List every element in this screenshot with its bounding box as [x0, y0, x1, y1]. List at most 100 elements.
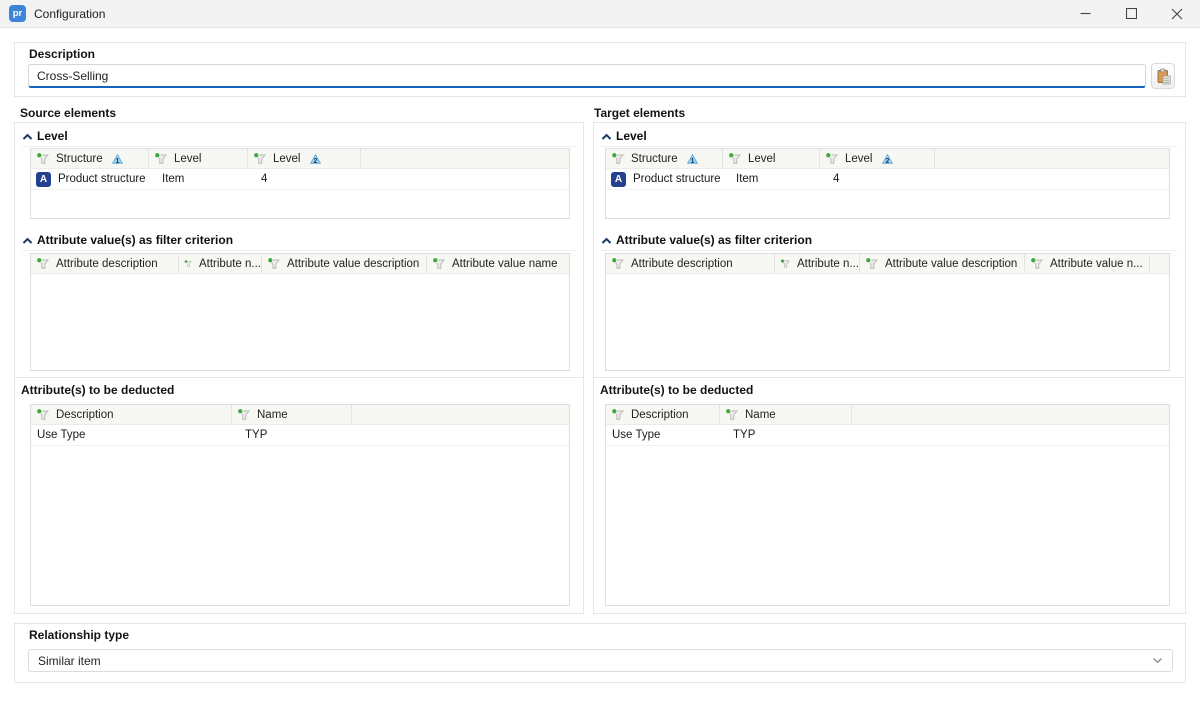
filter-icon[interactable] — [432, 257, 445, 270]
column-label: Level — [845, 153, 873, 165]
source-elements-title: Source elements — [20, 106, 116, 120]
chevron-up-icon — [22, 133, 33, 141]
column-header-level-number[interactable]: Level 2 — [248, 149, 361, 168]
section-divider — [594, 377, 1185, 378]
sort-ascending-icon: 2 — [882, 154, 893, 164]
table-row[interactable]: A Product structure Item 4 — [606, 169, 1169, 190]
filter-icon[interactable] — [611, 152, 624, 165]
column-header-attribute-value-description[interactable]: Attribute value description — [262, 254, 427, 273]
column-header-filler — [361, 149, 569, 168]
column-label: Attribute value name — [452, 258, 557, 270]
filter-icon[interactable] — [36, 257, 49, 270]
target-deducted-title: Attribute(s) to be deducted — [600, 383, 753, 397]
column-header-filler — [852, 405, 1169, 424]
section-divider — [15, 377, 583, 378]
relationship-type-label: Relationship type — [29, 628, 129, 642]
column-header-description[interactable]: Description — [606, 405, 720, 424]
filter-icon[interactable] — [611, 257, 624, 270]
name-cell: TYP — [232, 429, 352, 441]
source-filter-table: Attribute description Attribute n... Att… — [30, 253, 570, 371]
configuration-window: pr Configuration Description — [0, 0, 1200, 710]
table-header-row: Attribute description Attribute n... Att… — [31, 254, 569, 274]
sort-order-number: 1 — [690, 157, 694, 163]
section-title: Level — [616, 129, 647, 143]
filter-icon[interactable] — [825, 152, 838, 165]
name-cell: TYP — [720, 429, 852, 441]
target-elements-panel: Level Structure 1 Level Level 2 — [593, 122, 1186, 614]
target-filter-section-header[interactable]: Attribute value(s) as filter criterion — [601, 230, 1178, 251]
column-header-filler — [352, 405, 569, 424]
filter-icon[interactable] — [780, 257, 790, 270]
column-label: Attribute n... — [797, 258, 859, 270]
column-header-structure[interactable]: Structure 1 — [606, 149, 723, 168]
column-label: Name — [745, 409, 776, 421]
target-elements-title: Target elements — [594, 106, 685, 120]
sort-ascending-icon: 1 — [687, 154, 698, 164]
level-number-cell: 4 — [820, 173, 935, 185]
source-level-section-header[interactable]: Level — [22, 126, 576, 147]
filter-icon[interactable] — [36, 408, 49, 421]
filter-icon[interactable] — [865, 257, 878, 270]
target-level-section-header[interactable]: Level — [601, 126, 1178, 147]
filter-icon[interactable] — [36, 152, 49, 165]
table-header-row: Attribute description Attribute n... Att… — [606, 254, 1169, 274]
source-deducted-table: Description Name Use Type TYP — [30, 404, 570, 606]
column-header-attribute-value-name[interactable]: Attribute value name — [427, 254, 569, 273]
relationship-type-group: Relationship type Similar item — [14, 623, 1186, 683]
level-cell: Item — [723, 173, 820, 185]
sort-ascending-icon: 1 — [112, 154, 123, 164]
source-deducted-title: Attribute(s) to be deducted — [21, 383, 174, 397]
column-header-attribute-value-description[interactable]: Attribute value description — [860, 254, 1025, 273]
close-button[interactable] — [1154, 0, 1200, 27]
filter-icon[interactable] — [728, 152, 741, 165]
target-deducted-table: Description Name Use Type TYP — [605, 404, 1170, 606]
source-filter-section-header[interactable]: Attribute value(s) as filter criterion — [22, 230, 576, 251]
column-label: Attribute description — [56, 258, 158, 270]
column-label: Attribute description — [631, 258, 733, 270]
maximize-button[interactable] — [1108, 0, 1154, 27]
column-header-name[interactable]: Name — [720, 405, 852, 424]
column-header-level[interactable]: Level — [723, 149, 820, 168]
column-header-filler — [935, 149, 1169, 168]
filter-icon[interactable] — [725, 408, 738, 421]
column-header-structure[interactable]: Structure 1 — [31, 149, 149, 168]
column-header-name[interactable]: Name — [232, 405, 352, 424]
filter-icon[interactable] — [611, 408, 624, 421]
structure-cell: Product structure — [58, 173, 146, 185]
selected-relationship-value: Similar item — [38, 654, 101, 668]
table-header-row: Structure 1 Level Level 2 — [606, 149, 1169, 169]
column-header-attribute-name[interactable]: Attribute n... — [179, 254, 262, 273]
product-structure-icon: A — [36, 172, 51, 187]
column-header-attribute-description[interactable]: Attribute description — [606, 254, 775, 273]
filter-icon[interactable] — [237, 408, 250, 421]
sort-order-number: 2 — [885, 157, 889, 163]
filter-icon[interactable] — [253, 152, 266, 165]
maximize-icon — [1126, 8, 1137, 19]
column-header-level-number[interactable]: Level 2 — [820, 149, 935, 168]
filter-icon[interactable] — [154, 152, 167, 165]
structure-cell: Product structure — [633, 173, 721, 185]
table-row[interactable]: Use Type TYP — [606, 425, 1169, 446]
table-row[interactable]: A Product structure Item 4 — [31, 169, 569, 190]
table-header-row: Description Name — [606, 405, 1169, 425]
column-header-attribute-value-name[interactable]: Attribute value n... — [1025, 254, 1150, 273]
table-row[interactable]: Use Type TYP — [31, 425, 569, 446]
paste-button[interactable] — [1151, 63, 1175, 89]
table-header-row: Structure 1 Level Level 2 — [31, 149, 569, 169]
target-filter-table: Attribute description Attribute n... Att… — [605, 253, 1170, 371]
column-header-level[interactable]: Level — [149, 149, 248, 168]
description-input[interactable] — [28, 64, 1146, 88]
description-group: Description — [14, 42, 1186, 97]
description-cell: Use Type — [606, 429, 720, 441]
column-header-description[interactable]: Description — [31, 405, 232, 424]
column-label: Attribute value description — [885, 258, 1017, 270]
relationship-type-select[interactable]: Similar item — [28, 649, 1173, 672]
column-header-attribute-name[interactable]: Attribute n... — [775, 254, 860, 273]
source-level-table: Structure 1 Level Level 2 A Product stru… — [30, 148, 570, 219]
column-header-attribute-description[interactable]: Attribute description — [31, 254, 179, 273]
filter-icon[interactable] — [1030, 257, 1043, 270]
filter-icon[interactable] — [267, 257, 280, 270]
filter-icon[interactable] — [184, 257, 192, 270]
column-label: Level — [273, 153, 301, 165]
minimize-button[interactable] — [1062, 0, 1108, 27]
